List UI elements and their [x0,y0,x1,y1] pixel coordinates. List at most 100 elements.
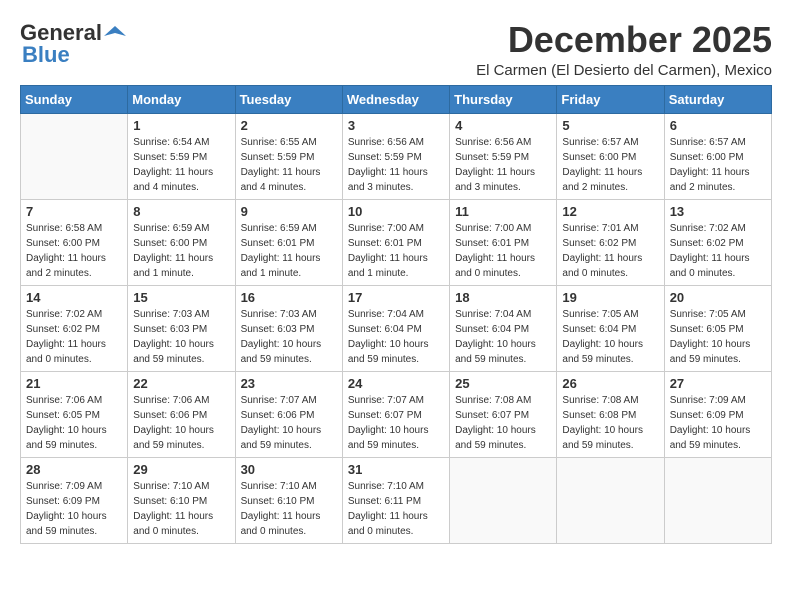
day-number: 17 [348,290,444,305]
day-number: 5 [562,118,658,133]
calendar-cell: 11Sunrise: 7:00 AMSunset: 6:01 PMDayligh… [450,199,557,285]
day-number: 13 [670,204,766,219]
day-number: 4 [455,118,551,133]
calendar-cell: 14 Sunrise: 7:02 AMSunset: 6:02 PMDayligh… [21,285,128,371]
logo-bird-icon [104,22,126,44]
calendar-week-row: 14 Sunrise: 7:02 AMSunset: 6:02 PMDayligh… [21,285,772,371]
day-number: 28 [26,462,122,477]
day-info: Sunrise: 6:59 AMSunset: 6:00 PMDaylight:… [133,221,229,281]
day-info: Sunrise: 6:57 AMSunset: 6:00 PMDaylight:… [670,135,766,195]
day-number: 12 [562,204,658,219]
calendar-header-row: SundayMondayTuesdayWednesdayThursdayFrid… [21,85,772,113]
day-number: 2 [241,118,337,133]
day-info: Sunrise: 7:00 AMSunset: 6:01 PMDaylight:… [455,221,551,281]
day-info: Sunrise: 7:03 AMSunset: 6:03 PMDaylight:… [241,307,337,367]
calendar-body: 1 Sunrise: 6:54 AMSunset: 5:59 PMDaylight… [21,113,772,543]
day-info: Sunrise: 7:02 AMSunset: 6:02 PMDaylight:… [26,307,122,367]
calendar-cell: 2 Sunrise: 6:55 AMSunset: 5:59 PMDaylight… [235,113,342,199]
day-number: 29 [133,462,229,477]
calendar-cell: 17 Sunrise: 7:04 AMSunset: 6:04 PMDayligh… [342,285,449,371]
calendar-cell: 27 Sunrise: 7:09 AMSunset: 6:09 PMDayligh… [664,371,771,457]
col-header-monday: Monday [128,85,235,113]
day-number: 16 [241,290,337,305]
calendar-cell [450,457,557,543]
col-header-wednesday: Wednesday [342,85,449,113]
calendar-cell: 4 Sunrise: 6:56 AMSunset: 5:59 PMDaylight… [450,113,557,199]
day-info: Sunrise: 7:00 AMSunset: 6:01 PMDaylight:… [348,221,444,281]
calendar-cell: 22Sunrise: 7:06 AMSunset: 6:06 PMDayligh… [128,371,235,457]
day-info: Sunrise: 7:07 AMSunset: 6:07 PMDaylight:… [348,393,444,453]
day-number: 23 [241,376,337,391]
logo: General Blue [20,20,126,68]
day-info: Sunrise: 7:08 AMSunset: 6:08 PMDaylight:… [562,393,658,453]
day-number: 19 [562,290,658,305]
day-number: 9 [241,204,337,219]
day-info: Sunrise: 6:58 AMSunset: 6:00 PMDaylight:… [26,221,122,281]
calendar-cell: 9 Sunrise: 6:59 AMSunset: 6:01 PMDaylight… [235,199,342,285]
col-header-saturday: Saturday [664,85,771,113]
day-info: Sunrise: 7:08 AMSunset: 6:07 PMDaylight:… [455,393,551,453]
day-info: Sunrise: 7:07 AMSunset: 6:06 PMDaylight:… [241,393,337,453]
calendar-cell: 12 Sunrise: 7:01 AMSunset: 6:02 PMDayligh… [557,199,664,285]
day-number: 1 [133,118,229,133]
day-info: Sunrise: 7:01 AMSunset: 6:02 PMDaylight:… [562,221,658,281]
calendar-cell: 26 Sunrise: 7:08 AMSunset: 6:08 PMDayligh… [557,371,664,457]
day-number: 8 [133,204,229,219]
day-info: Sunrise: 7:10 AMSunset: 6:10 PMDaylight:… [241,479,337,539]
day-info: Sunrise: 6:54 AMSunset: 5:59 PMDaylight:… [133,135,229,195]
calendar-cell: 20 Sunrise: 7:05 AMSunset: 6:05 PMDayligh… [664,285,771,371]
calendar-cell: 10 Sunrise: 7:00 AMSunset: 6:01 PMDayligh… [342,199,449,285]
day-number: 6 [670,118,766,133]
day-number: 25 [455,376,551,391]
day-info: Sunrise: 7:10 AMSunset: 6:11 PMDaylight:… [348,479,444,539]
day-info: Sunrise: 6:59 AMSunset: 6:01 PMDaylight:… [241,221,337,281]
calendar-cell: 25 Sunrise: 7:08 AMSunset: 6:07 PMDayligh… [450,371,557,457]
calendar-cell: 21Sunrise: 7:06 AMSunset: 6:05 PMDayligh… [21,371,128,457]
day-number: 21 [26,376,122,391]
day-number: 20 [670,290,766,305]
calendar-cell: 8 Sunrise: 6:59 AMSunset: 6:00 PMDaylight… [128,199,235,285]
day-info: Sunrise: 7:09 AMSunset: 6:09 PMDaylight:… [26,479,122,539]
col-header-sunday: Sunday [21,85,128,113]
location-subtitle: El Carmen (El Desierto del Carmen), Mexi… [476,62,772,79]
calendar-week-row: 1 Sunrise: 6:54 AMSunset: 5:59 PMDaylight… [21,113,772,199]
day-info: Sunrise: 7:06 AMSunset: 6:06 PMDaylight:… [133,393,229,453]
day-number: 27 [670,376,766,391]
day-info: Sunrise: 7:03 AMSunset: 6:03 PMDaylight:… [133,307,229,367]
calendar-cell [21,113,128,199]
calendar-table: SundayMondayTuesdayWednesdayThursdayFrid… [20,85,772,544]
calendar-cell [664,457,771,543]
day-info: Sunrise: 6:57 AMSunset: 6:00 PMDaylight:… [562,135,658,195]
calendar-cell: 18Sunrise: 7:04 AMSunset: 6:04 PMDayligh… [450,285,557,371]
calendar-cell: 1 Sunrise: 6:54 AMSunset: 5:59 PMDaylight… [128,113,235,199]
day-number: 14 [26,290,122,305]
calendar-cell: 28 Sunrise: 7:09 AMSunset: 6:09 PMDayligh… [21,457,128,543]
day-number: 18 [455,290,551,305]
day-info: Sunrise: 7:09 AMSunset: 6:09 PMDaylight:… [670,393,766,453]
day-number: 24 [348,376,444,391]
day-info: Sunrise: 6:55 AMSunset: 5:59 PMDaylight:… [241,135,337,195]
page-header: General Blue December 2025 El Carmen (El… [20,20,772,79]
day-info: Sunrise: 7:05 AMSunset: 6:04 PMDaylight:… [562,307,658,367]
day-info: Sunrise: 7:04 AMSunset: 6:04 PMDaylight:… [348,307,444,367]
day-info: Sunrise: 7:05 AMSunset: 6:05 PMDaylight:… [670,307,766,367]
day-number: 10 [348,204,444,219]
day-number: 15 [133,290,229,305]
calendar-cell: 16 Sunrise: 7:03 AMSunset: 6:03 PMDayligh… [235,285,342,371]
calendar-cell: 31Sunrise: 7:10 AMSunset: 6:11 PMDayligh… [342,457,449,543]
day-number: 3 [348,118,444,133]
day-info: Sunrise: 7:02 AMSunset: 6:02 PMDaylight:… [670,221,766,281]
calendar-cell: 19 Sunrise: 7:05 AMSunset: 6:04 PMDayligh… [557,285,664,371]
day-number: 26 [562,376,658,391]
col-header-friday: Friday [557,85,664,113]
calendar-cell: 30Sunrise: 7:10 AMSunset: 6:10 PMDayligh… [235,457,342,543]
calendar-cell: 13 Sunrise: 7:02 AMSunset: 6:02 PMDayligh… [664,199,771,285]
calendar-cell: 6 Sunrise: 6:57 AMSunset: 6:00 PMDaylight… [664,113,771,199]
calendar-cell: 24 Sunrise: 7:07 AMSunset: 6:07 PMDayligh… [342,371,449,457]
month-year-title: December 2025 [476,20,772,60]
title-block: December 2025 El Carmen (El Desierto del… [476,20,772,79]
calendar-cell: 3Sunrise: 6:56 AMSunset: 5:59 PMDaylight… [342,113,449,199]
calendar-cell [557,457,664,543]
day-info: Sunrise: 6:56 AMSunset: 5:59 PMDaylight:… [455,135,551,195]
calendar-cell: 5 Sunrise: 6:57 AMSunset: 6:00 PMDaylight… [557,113,664,199]
